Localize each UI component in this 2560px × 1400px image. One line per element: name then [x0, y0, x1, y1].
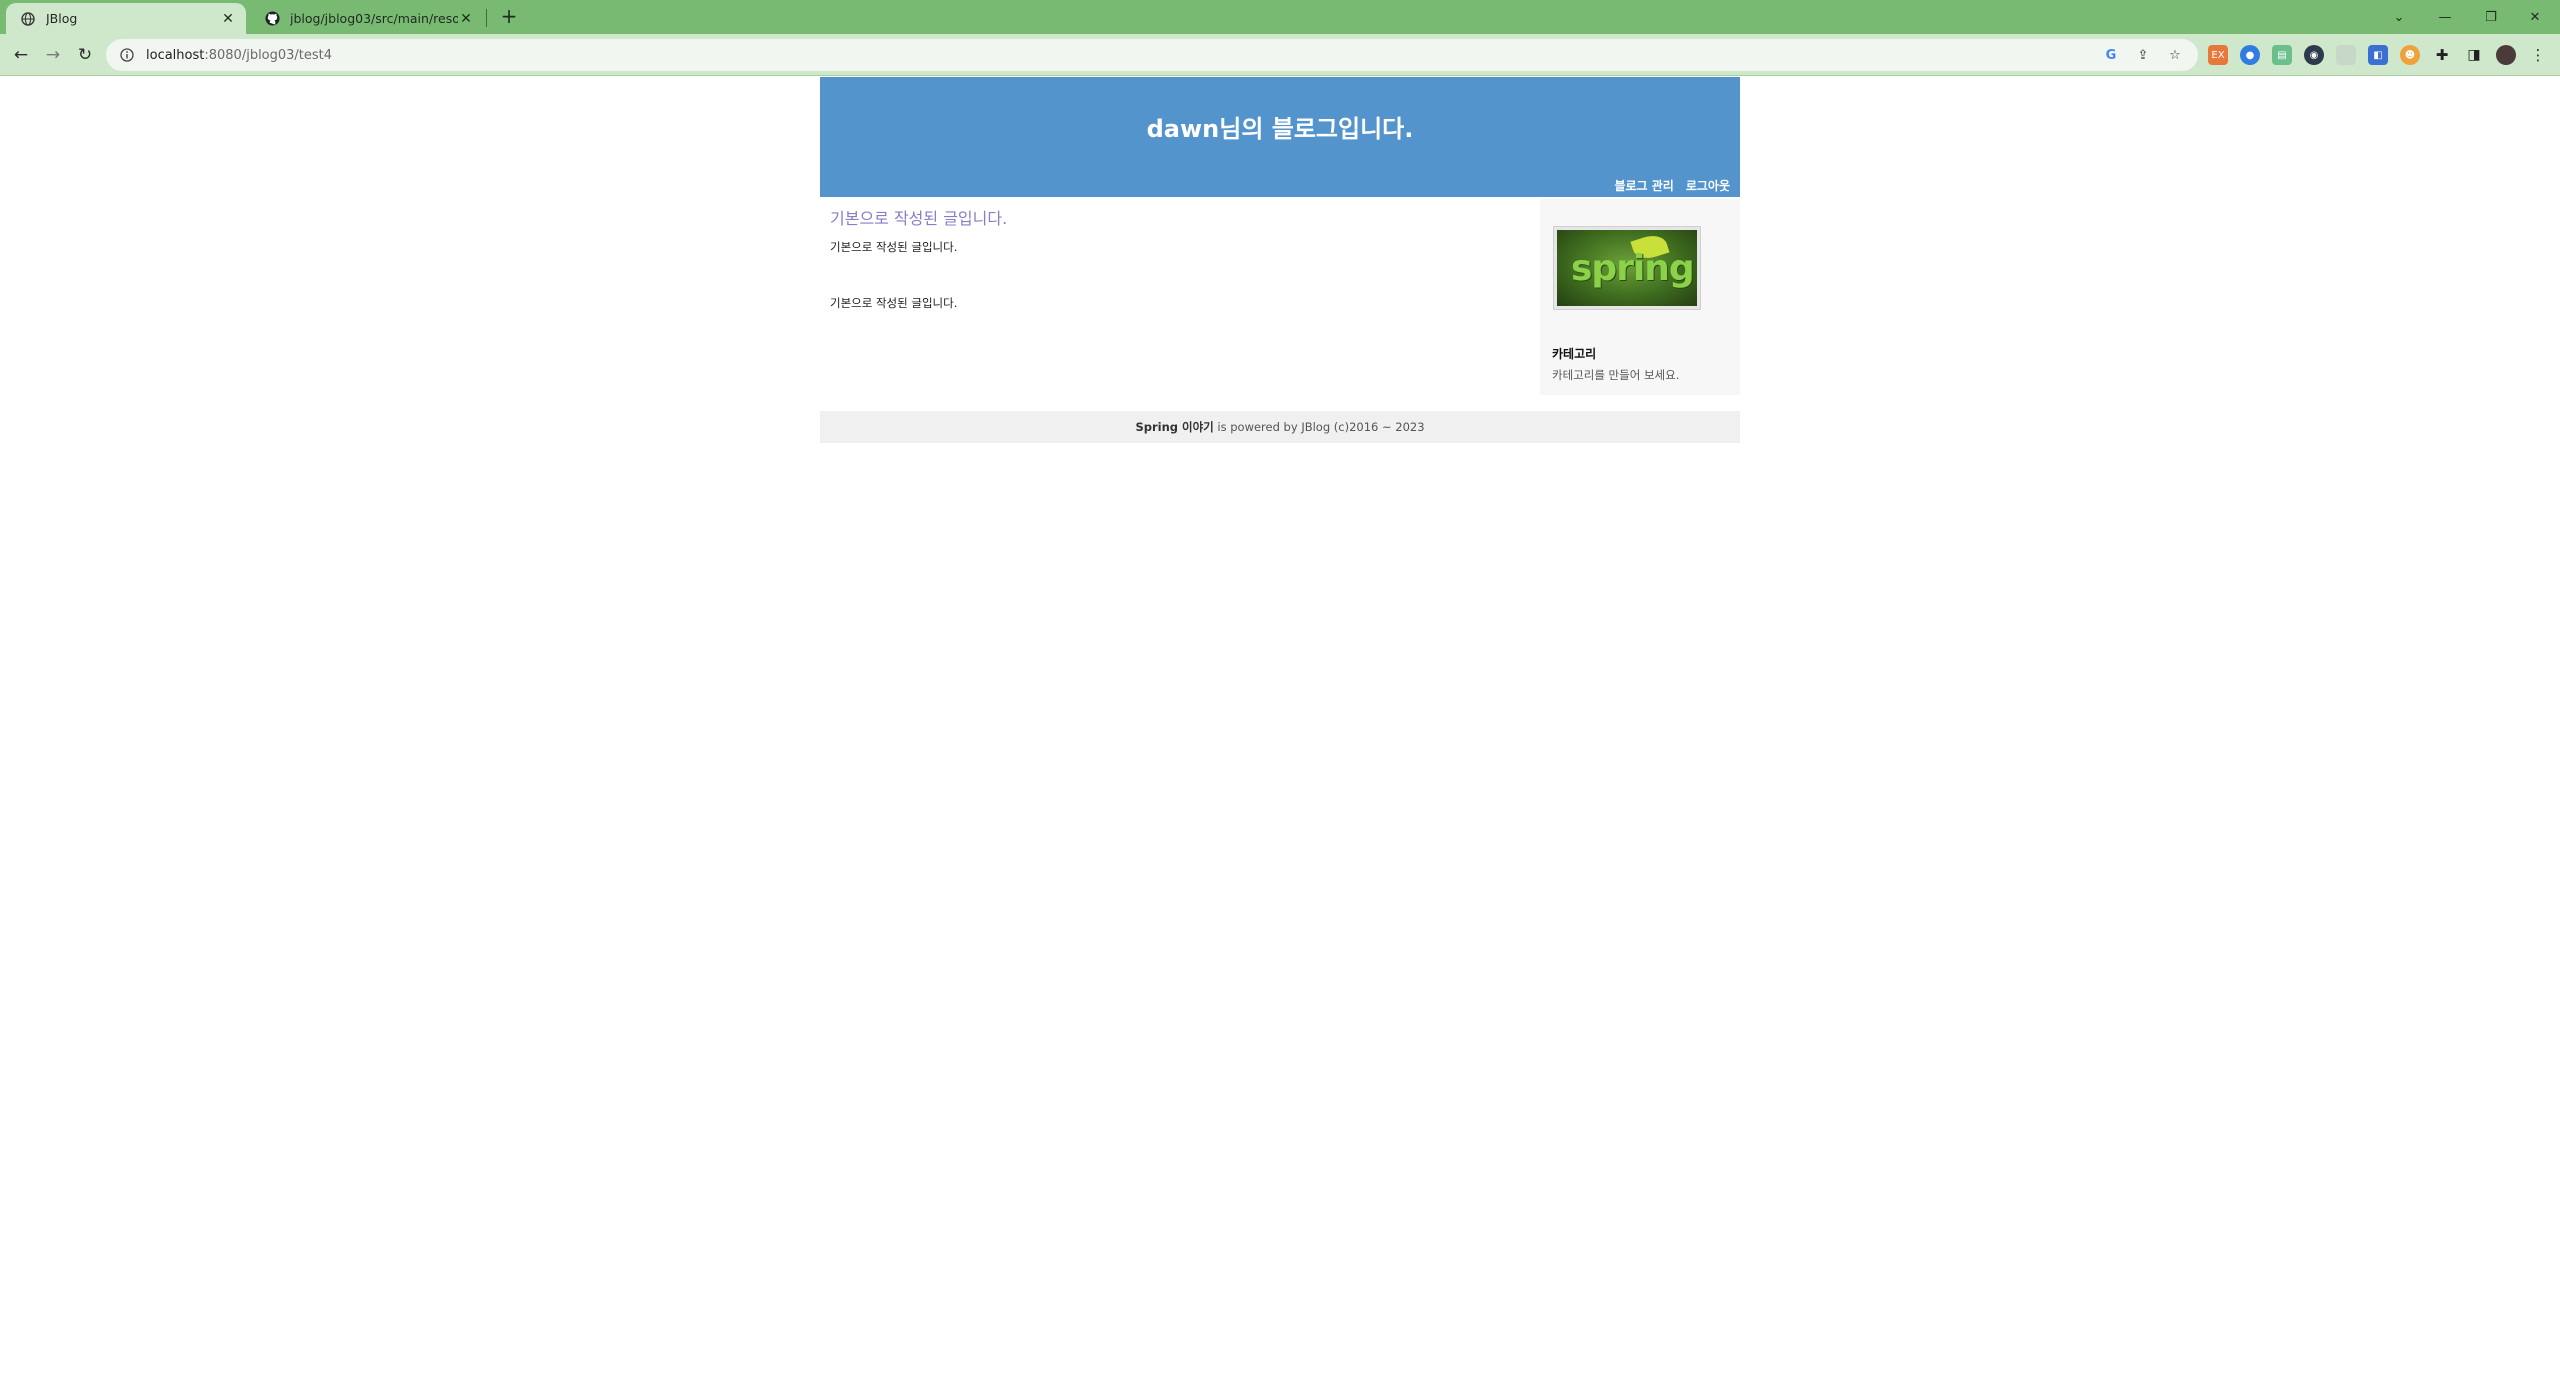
tab-title: jblog/jblog03/src/main/resource [290, 11, 458, 26]
close-window-icon[interactable]: ✕ [2520, 4, 2550, 30]
blog-logo-image: spring [1553, 226, 1701, 310]
restore-icon[interactable]: ❐ [2476, 4, 2506, 30]
puzzle-icon[interactable]: ✚ [2432, 45, 2452, 65]
google-icon[interactable]: G [2102, 46, 2120, 64]
info-icon[interactable] [118, 46, 136, 64]
sidepanel-icon[interactable]: ◨ [2464, 45, 2484, 65]
forward-arrow-icon[interactable]: → [40, 42, 66, 68]
tab-title: JBlog [46, 11, 78, 26]
close-icon[interactable]: ✕ [458, 11, 474, 27]
extension-dark-icon[interactable]: ◉ [2304, 45, 2324, 65]
tab-github[interactable]: jblog/jblog03/src/main/resource ✕ [254, 3, 484, 34]
close-icon[interactable]: ✕ [220, 11, 236, 27]
back-arrow-icon[interactable]: ← [8, 42, 34, 68]
tab-jblog[interactable]: JBlog ✕ [6, 3, 246, 34]
blog-admin-link[interactable]: 블로그 관리 [1614, 177, 1673, 194]
share-icon[interactable]: ⇪ [2134, 46, 2152, 64]
post-paragraph: 기본으로 작성된 글입니다. [830, 240, 958, 254]
post: 기본으로 작성된 글입니다. 기본으로 작성된 글입니다. 기본으로 작성된 글… [830, 205, 1530, 311]
url-text[interactable]: localhost:8080/jblog03/test4 [146, 48, 332, 63]
post-title: 기본으로 작성된 글입니다. [830, 209, 1008, 228]
avatar[interactable] [2496, 45, 2516, 65]
post-paragraph: 기본으로 작성된 글입니다. [830, 296, 958, 310]
browser-toolbar: ← → ↻ localhost:8080/jblog03/test4 G ⇪ ☆… [0, 34, 2560, 76]
address-bar[interactable]: localhost:8080/jblog03/test4 G ⇪ ☆ [106, 39, 2198, 71]
category-empty-message: 카테고리를 만들어 보세요. [1552, 368, 1680, 382]
kebab-menu-icon[interactable]: ⋮ [2528, 45, 2548, 65]
tab-separator [486, 9, 487, 27]
extension-green-icon[interactable]: ▤ [2272, 45, 2292, 65]
tab-strip: JBlog ✕ jblog/jblog03/src/main/resource … [0, 0, 2560, 34]
minimize-icon[interactable]: — [2430, 4, 2460, 30]
blog-sidebar: spring 카테고리 카테고리를 만들어 보세요. [1540, 199, 1740, 395]
logout-link[interactable]: 로그아웃 [1686, 177, 1730, 194]
blog-content: 기본으로 작성된 글입니다. 기본으로 작성된 글입니다. 기본으로 작성된 글… [820, 197, 1740, 401]
blog-footer: Spring 이야기 is powered by JBlog (c)2016 ~… [820, 411, 1740, 443]
star-icon[interactable]: ☆ [2166, 46, 2184, 64]
footer-text: is powered by JBlog (c)2016 ~ 2023 [1213, 420, 1425, 434]
extension-emoji-icon[interactable]: ☻ [2400, 45, 2420, 65]
globe-icon [20, 11, 36, 27]
logo-text: spring [1571, 248, 1695, 289]
chevron-down-icon[interactable]: ⌄ [2384, 4, 2414, 30]
post-body: 기본으로 작성된 글입니다. 기본으로 작성된 글입니다. [830, 239, 1530, 311]
extension-blue-icon[interactable]: ● [2240, 45, 2260, 65]
reload-icon[interactable]: ↻ [72, 42, 98, 68]
blog-container: dawn님의 블로그입니다. 블로그 관리 로그아웃 기본으로 작성된 글입니다… [820, 77, 1740, 443]
blog-menu: 블로그 관리 로그아웃 [1614, 177, 1730, 194]
extension-tab-icon[interactable]: ◧ [2368, 45, 2388, 65]
extension-gray-icon[interactable] [2336, 45, 2356, 65]
github-icon [264, 11, 280, 27]
extension-orange-icon[interactable]: EX [2208, 45, 2228, 65]
footer-brand: Spring 이야기 [1135, 420, 1214, 434]
blog-header: dawn님의 블로그입니다. 블로그 관리 로그아웃 [820, 77, 1740, 197]
blog-title: dawn님의 블로그입니다. [1146, 115, 1414, 143]
new-tab-button[interactable]: + [498, 6, 520, 28]
category-title: 카테고리 [1552, 347, 1597, 361]
